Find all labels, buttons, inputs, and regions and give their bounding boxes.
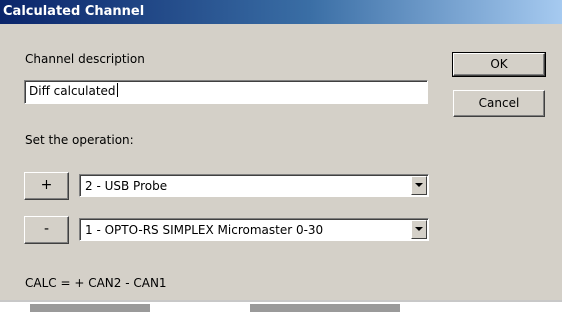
ok-button[interactable]: OK — [452, 52, 546, 77]
window-title: Calculated Channel — [3, 4, 145, 19]
channel-select-1-value: 2 - USB Probe — [85, 179, 168, 193]
channel-description-value: Diff calculated — [29, 84, 116, 98]
title-bar[interactable]: Calculated Channel — [0, 0, 562, 24]
chevron-down-icon — [415, 183, 423, 187]
channel-description-input[interactable]: Diff calculated — [24, 80, 428, 104]
channel-select-2-dropdown-button[interactable] — [411, 220, 427, 239]
window-edge-divider — [0, 300, 562, 302]
minus-sign-button[interactable]: - — [24, 216, 69, 244]
set-operation-label: Set the operation: — [25, 133, 134, 147]
channel-select-2-value: 1 - OPTO-RS SIMPLEX Micromaster 0-30 — [85, 223, 324, 237]
channel-select-2[interactable]: 1 - OPTO-RS SIMPLEX Micromaster 0-30 — [79, 218, 429, 241]
channel-description-label: Channel description — [25, 52, 145, 66]
text-caret — [116, 83, 118, 97]
calculated-channel-dialog: Calculated Channel Channel description D… — [0, 0, 562, 300]
channel-select-1[interactable]: 2 - USB Probe — [79, 174, 429, 197]
chevron-down-icon — [415, 227, 423, 231]
channel-select-1-dropdown-button[interactable] — [411, 176, 427, 195]
cancel-button[interactable]: Cancel — [453, 90, 545, 117]
formula-text: CALC = + CAN2 - CAN1 — [25, 276, 167, 290]
plus-sign-button[interactable]: + — [24, 172, 69, 200]
background-text-fragment — [250, 304, 400, 312]
background-window-strip — [0, 300, 562, 316]
background-text-fragment — [30, 304, 150, 312]
